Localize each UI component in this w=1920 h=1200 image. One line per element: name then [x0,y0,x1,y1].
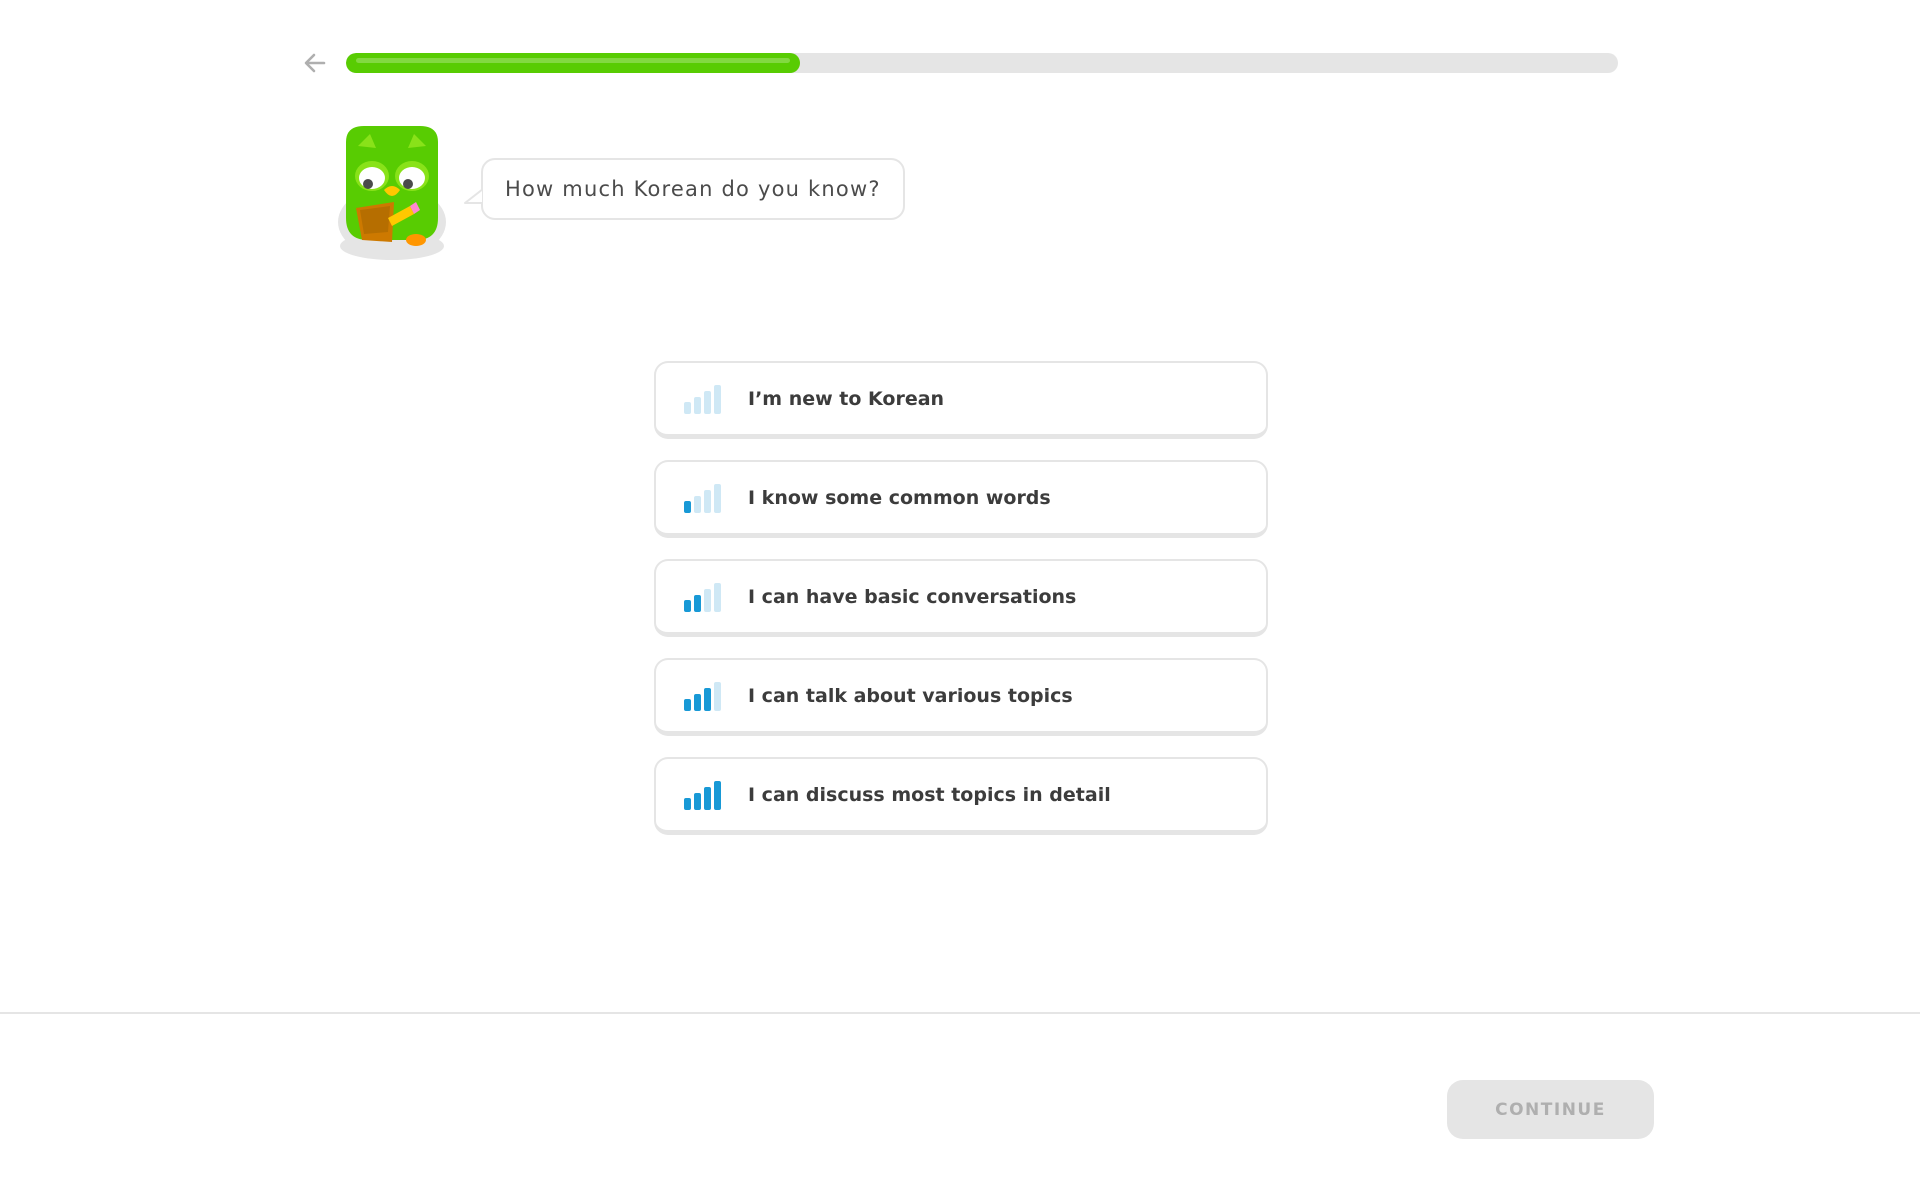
option-various-topics[interactable]: I can talk about various topics [654,658,1268,736]
option-label: I can discuss most topics in detail [748,783,1111,806]
level-bar [704,588,711,612]
level-bar [714,582,721,612]
level-bar [684,500,691,513]
option-most-topics-in-detail[interactable]: I can discuss most topics in detail [654,757,1268,835]
level-4-bars-icon [684,780,721,810]
level-bar [684,698,691,711]
level-bar [684,797,691,810]
level-bar [714,780,721,810]
back-button[interactable] [300,48,330,78]
level-bar [704,390,711,414]
option-label: I’m new to Korean [748,387,945,410]
level-bar [704,786,711,810]
level-bar [684,401,691,414]
progress-fill [346,53,801,73]
speech-bubble-tail [464,188,482,204]
level-bar [694,495,701,513]
level-bar [704,687,711,711]
option-basic-conversations[interactable]: I can have basic conversations [654,559,1268,637]
option-new-to-korean[interactable]: I’m new to Korean [654,361,1268,439]
level-0-bars-icon [684,384,721,414]
page: How much Korean do you know? I’m new to … [0,0,1920,1200]
level-bar [714,483,721,513]
prompt-question: How much Korean do you know? [505,177,881,201]
continue-button[interactable]: CONTINUE [1447,1080,1654,1139]
option-label: I know some common words [748,486,1051,509]
level-bar [694,594,701,612]
option-some-common-words[interactable]: I know some common words [654,460,1268,538]
arrow-left-icon [304,53,326,73]
level-bar [704,489,711,513]
footer-divider [0,1012,1920,1014]
level-3-bars-icon [684,681,721,711]
progress-bar [346,53,1618,73]
level-bar [694,792,701,810]
option-label: I can have basic conversations [748,585,1077,608]
option-label: I can talk about various topics [748,684,1073,707]
speech-bubble: How much Korean do you know? [464,158,905,220]
level-bar [694,693,701,711]
level-bar [714,384,721,414]
level-1-bars-icon [684,483,721,513]
level-bar [694,396,701,414]
proficiency-options: I’m new to Korean I know some common wor… [654,361,1268,856]
level-bar [714,681,721,711]
level-2-bars-icon [684,582,721,612]
owl-mascot-icon [336,122,448,262]
level-bar [684,599,691,612]
